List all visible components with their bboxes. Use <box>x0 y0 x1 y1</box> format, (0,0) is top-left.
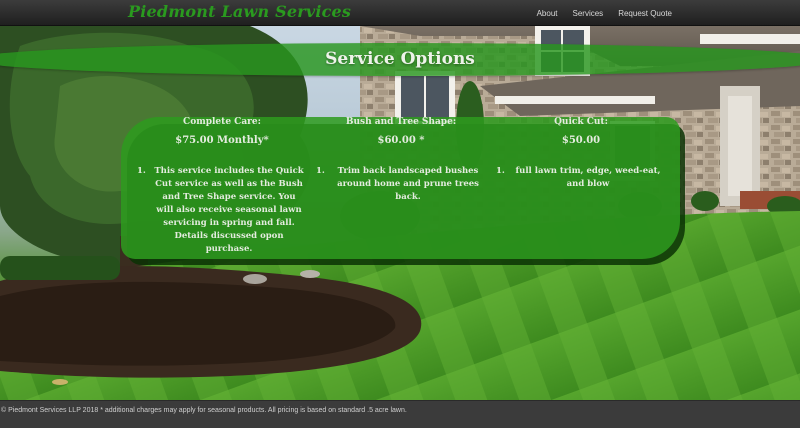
option-title: Bush and Tree Shape: <box>345 117 457 127</box>
list-item: 1. This service includes the Quick Cut s… <box>137 165 307 256</box>
brand-logo-link[interactable]: Piedmont Lawn Services <box>128 2 351 21</box>
service-options-banner: Service Options <box>0 43 800 76</box>
list-number: 1. <box>137 166 146 176</box>
page-title: Service Options <box>325 49 475 69</box>
list-item-text: This service includes the Quick Cut serv… <box>151 165 307 256</box>
nav-links: About Services Request Quote <box>537 0 672 26</box>
option-bush-tree-shape: Bush and Tree Shape: $60.00 * 1. Trim ba… <box>316 117 486 204</box>
option-quick-cut: Quick Cut: $50.00 1. full lawn trim, edg… <box>496 117 666 191</box>
option-title: Complete Care: <box>183 117 261 127</box>
footer-copyright-text: © Piedmont Services LLP 2018 * additiona… <box>1 407 407 414</box>
list-item-line: purchase. <box>205 244 253 254</box>
list-item-line: will also receive seasonal lawn <box>156 205 302 215</box>
nav-link-request-quote[interactable]: Request Quote <box>618 9 672 18</box>
list-item-line: back. <box>395 192 421 202</box>
option-price: $60.00 * <box>377 135 425 146</box>
list-number: 1. <box>496 166 505 176</box>
list-item-line: Cut service as well as the Bush <box>155 179 303 189</box>
page-footer: © Piedmont Services LLP 2018 * additiona… <box>0 400 800 428</box>
list-item-line: This service includes the Quick <box>154 166 304 176</box>
option-price: $50.00 <box>561 135 601 146</box>
list-item-line: and blow <box>566 179 610 189</box>
nav-link-about[interactable]: About <box>537 9 558 18</box>
list-item-text: Trim back landscaped bushes around home … <box>330 165 486 204</box>
list-item: 1. Trim back landscaped bushes around ho… <box>316 165 486 204</box>
list-item-text: full lawn trim, edge, weed-eat, and blow <box>510 165 666 191</box>
option-feature-list: 1. Trim back landscaped bushes around ho… <box>316 165 486 204</box>
option-feature-list: 1. This service includes the Quick Cut s… <box>137 165 307 256</box>
list-item: 1. full lawn trim, edge, weed-eat, and b… <box>496 165 666 191</box>
service-options-panel: Complete Care: $75.00 Monthly* 1. This s… <box>121 117 680 259</box>
list-item-line: and Tree Shape service. You <box>162 192 296 202</box>
nav-link-services[interactable]: Services <box>573 9 604 18</box>
list-item-line: around home and prune trees <box>337 179 479 189</box>
list-item-line: Trim back landscaped bushes <box>337 166 479 176</box>
top-navbar: Piedmont Lawn Services About Services Re… <box>0 0 800 26</box>
list-item-line: Details discussed opon <box>174 231 284 241</box>
option-price: $75.00 Monthly* <box>175 135 269 146</box>
list-item-line: full lawn trim, edge, weed-eat, <box>515 166 661 176</box>
option-title: Quick Cut: <box>554 117 608 127</box>
option-feature-list: 1. full lawn trim, edge, weed-eat, and b… <box>496 165 666 191</box>
option-complete-care: Complete Care: $75.00 Monthly* 1. This s… <box>137 117 307 256</box>
list-item-line: servicing in spring and fall. <box>163 218 295 228</box>
list-number: 1. <box>316 166 325 176</box>
